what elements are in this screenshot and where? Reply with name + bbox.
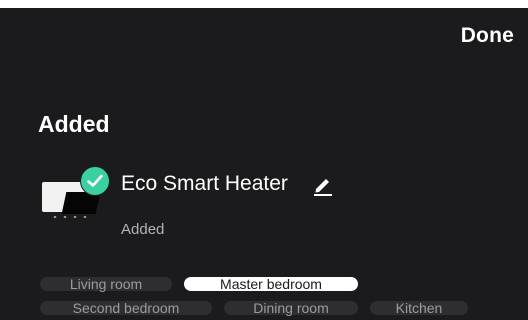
room-chip-dining-room[interactable]: Dining room [224,301,358,315]
check-circle-icon [80,166,110,196]
room-chip-row-2: Second bedroom Dining room Kitchen [0,301,480,315]
top-frame [0,0,528,8]
room-chip-second-bedroom[interactable]: Second bedroom [40,301,212,315]
section-title: Added [38,111,110,137]
device-name: Eco Smart Heater [121,172,288,195]
room-chip-living-room[interactable]: Living room [40,277,172,291]
done-button[interactable]: Done [461,24,514,48]
room-chip-kitchen[interactable]: Kitchen [370,301,468,315]
device-thumb-feet [50,216,90,218]
pencil-icon[interactable] [312,174,334,196]
room-chip-row-1: Living room Master bedroom [0,277,370,291]
room-chip-master-bedroom[interactable]: Master bedroom [184,277,358,291]
device-status: Added [121,221,165,238]
